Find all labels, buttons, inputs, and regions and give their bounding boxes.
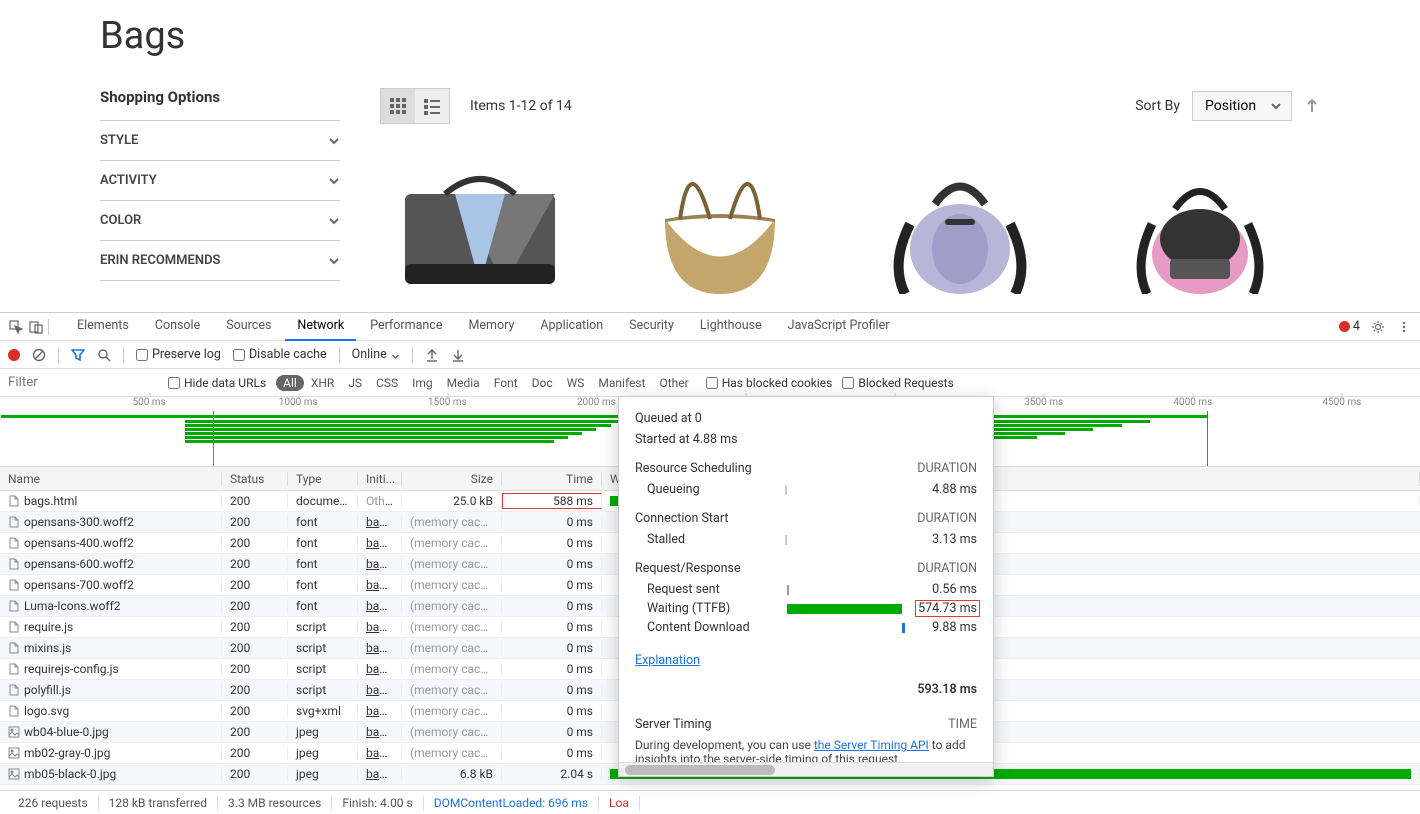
file-icon — [8, 705, 20, 717]
request-count: 226 requests — [8, 796, 99, 810]
page-title: Bags — [100, 14, 1320, 58]
filter-style[interactable]: STYLE — [100, 120, 340, 160]
view-mode-switcher — [380, 88, 450, 124]
list-view-button[interactable] — [415, 89, 449, 123]
blocked-requests-checkbox[interactable]: Blocked Requests — [842, 376, 953, 390]
filter-type-other[interactable]: Other — [652, 374, 695, 392]
tab-network[interactable]: Network — [285, 312, 356, 341]
hide-data-urls-checkbox[interactable]: Hide data URLs — [168, 376, 266, 390]
file-icon — [8, 684, 20, 696]
tab-console[interactable]: Console — [143, 312, 212, 341]
sort-direction-button[interactable] — [1304, 98, 1320, 114]
file-icon — [8, 495, 20, 507]
inspect-icon[interactable] — [8, 319, 24, 335]
tab-javascript-profiler[interactable]: JavaScript Profiler — [776, 312, 902, 341]
product-grid — [380, 154, 1320, 294]
filter-type-ws[interactable]: WS — [560, 374, 592, 392]
timeline-tick: 2000 ms — [577, 397, 616, 408]
settings-icon[interactable] — [1370, 319, 1386, 335]
more-icon[interactable] — [1396, 319, 1412, 335]
filter-input[interactable] — [8, 375, 158, 390]
tab-memory[interactable]: Memory — [456, 312, 526, 341]
disable-cache-checkbox[interactable]: Disable cache — [233, 347, 327, 362]
shopping-options-heading: Shopping Options — [100, 88, 340, 106]
file-icon — [8, 516, 20, 528]
search-icon[interactable] — [97, 348, 111, 362]
timing-popup: Queued at 0 Started at 4.88 ms Resource … — [618, 396, 994, 777]
filter-erin-recommends[interactable]: ERIN RECOMMENDS — [100, 240, 340, 281]
filter-icon[interactable] — [71, 348, 85, 362]
tab-elements[interactable]: Elements — [65, 312, 141, 341]
image-icon — [8, 768, 20, 780]
filter-type-font[interactable]: Font — [487, 374, 525, 392]
filter-type-manifest[interactable]: Manifest — [591, 374, 652, 392]
upload-har-icon[interactable] — [425, 348, 439, 362]
chevron-down-icon — [328, 255, 340, 267]
sort-by-label: Sort By — [1135, 98, 1180, 114]
filter-type-css[interactable]: CSS — [369, 374, 405, 392]
filter-sidebar: Shopping Options STYLEACTIVITYCOLORERIN … — [100, 88, 340, 294]
tab-application[interactable]: Application — [528, 312, 615, 341]
file-icon — [8, 558, 20, 570]
product-item[interactable] — [380, 154, 580, 294]
error-icon — [1339, 321, 1350, 332]
image-icon — [8, 747, 20, 759]
tab-security[interactable]: Security — [617, 312, 686, 341]
chevron-down-icon — [328, 135, 340, 147]
total-time: 593.18 ms — [635, 682, 977, 697]
product-item[interactable] — [860, 154, 1060, 294]
chevron-down-icon — [328, 215, 340, 227]
items-count: Items 1-12 of 14 — [470, 98, 572, 114]
image-icon — [8, 726, 20, 738]
filter-type-media[interactable]: Media — [440, 374, 487, 392]
record-button[interactable] — [8, 349, 20, 361]
network-status-bar: 226 requests 128 kB transferred 3.3 MB r… — [0, 790, 1420, 814]
popup-scrollbar[interactable] — [619, 762, 993, 776]
file-icon — [8, 663, 20, 675]
started-at: Started at 4.88 ms — [635, 432, 977, 447]
filter-color[interactable]: COLOR — [100, 200, 340, 240]
finish-time: Finish: 4.00 s — [332, 796, 423, 810]
transferred-size: 128 kB transferred — [99, 796, 218, 810]
filter-type-all[interactable]: All — [276, 375, 304, 391]
file-icon — [8, 600, 20, 612]
filter-type-js[interactable]: JS — [341, 374, 369, 392]
clear-button[interactable] — [32, 348, 46, 362]
filter-activity[interactable]: ACTIVITY — [100, 160, 340, 200]
file-icon — [8, 621, 20, 633]
filter-type-xhr[interactable]: XHR — [304, 374, 341, 392]
server-timing-api-link[interactable]: the Server Timing API — [814, 738, 929, 752]
has-blocked-cookies-checkbox[interactable]: Has blocked cookies — [706, 376, 833, 390]
queued-at: Queued at 0 — [635, 411, 977, 426]
timeline-tick: 3500 ms — [1024, 397, 1063, 408]
file-icon — [8, 579, 20, 591]
throttling-select[interactable]: Online — [352, 347, 400, 362]
device-toggle-icon[interactable] — [28, 319, 44, 335]
grid-view-button[interactable] — [381, 89, 415, 123]
timeline-tick: 1500 ms — [428, 397, 467, 408]
explanation-link[interactable]: Explanation — [635, 653, 700, 668]
domcontentloaded-time: DOMContentLoaded: 696 ms — [424, 796, 599, 810]
file-icon — [8, 537, 20, 549]
timeline-tick: 1000 ms — [279, 397, 318, 408]
preserve-log-checkbox[interactable]: Preserve log — [136, 347, 221, 362]
product-item[interactable] — [620, 154, 820, 294]
filter-type-img[interactable]: Img — [405, 374, 440, 392]
chevron-down-icon — [328, 175, 340, 187]
tab-sources[interactable]: Sources — [214, 312, 283, 341]
timeline-tick: 4500 ms — [1322, 397, 1361, 408]
timeline-tick: 4000 ms — [1173, 397, 1212, 408]
filter-type-doc[interactable]: Doc — [525, 374, 560, 392]
load-time: Loa — [599, 796, 640, 810]
error-count[interactable]: 4 — [1339, 319, 1360, 334]
tab-performance[interactable]: Performance — [358, 312, 454, 341]
resources-size: 3.3 MB resources — [218, 796, 332, 810]
product-item[interactable] — [1100, 154, 1300, 294]
sort-select[interactable]: Position — [1192, 91, 1292, 121]
tab-lighthouse[interactable]: Lighthouse — [688, 312, 774, 341]
file-icon — [8, 642, 20, 654]
timeline-tick: 500 ms — [132, 397, 165, 408]
download-har-icon[interactable] — [451, 348, 465, 362]
